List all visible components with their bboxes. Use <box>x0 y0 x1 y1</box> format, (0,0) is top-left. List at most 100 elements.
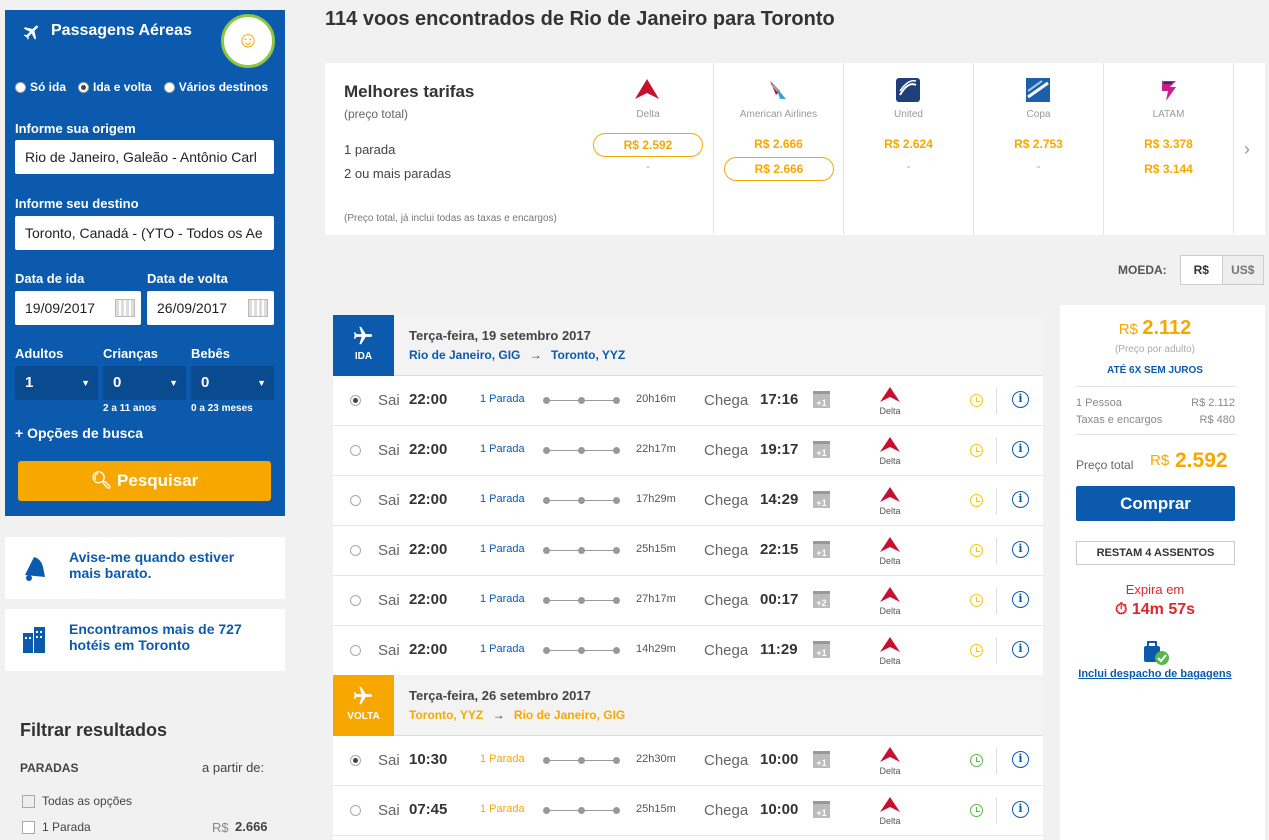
clock-icon[interactable] <box>970 394 983 407</box>
clock-icon[interactable] <box>970 594 983 607</box>
flight-radio[interactable] <box>350 645 361 656</box>
installments-label: ATÉ 6X SEM JUROS <box>1107 365 1203 376</box>
calendar-icon[interactable] <box>248 299 268 317</box>
stops-link[interactable]: 1 Parada <box>480 543 525 555</box>
stops-link[interactable]: 1 Parada <box>480 753 525 765</box>
depart-date-input[interactable]: 19/09/2017 <box>15 291 141 325</box>
total-price-label: Preço total <box>1076 458 1134 472</box>
flight-radio[interactable] <box>350 805 361 816</box>
flight-row[interactable]: Sai 22:00 1 Parada 27h17m Chega 00:17 +2 Delta i <box>333 576 1043 626</box>
inbound-route: Toronto, YYZ → Rio de Janeiro, GIG <box>409 708 626 722</box>
hotels-card[interactable]: Encontramos mais de 727 hotéis em Toront… <box>5 609 285 671</box>
return-date-label: Data de volta <box>147 271 228 286</box>
fare-copa-1stop[interactable]: R$ 2.753 <box>974 137 1103 151</box>
origin-input[interactable]: Rio de Janeiro, Galeão - Antônio Carl <box>15 140 274 174</box>
children-select[interactable]: 0 ▼ <box>103 366 186 400</box>
depart-time: 22:00 <box>409 591 448 608</box>
stops-link[interactable]: 1 Parada <box>480 643 525 655</box>
chevron-right-icon[interactable]: › <box>1244 139 1250 160</box>
babies-select[interactable]: 0 ▼ <box>191 366 274 400</box>
stops-link[interactable]: 1 Parada <box>480 493 525 505</box>
search-options-link[interactable]: + Opções de busca <box>15 425 143 441</box>
trip-type-one-way[interactable]: Só ida <box>15 80 66 94</box>
flight-row[interactable]: Sai 22:00 1 Parada 17h29m Chega 14:29 +1 Delta i <box>333 476 1043 526</box>
search-button[interactable]: 🔍︎ Pesquisar <box>18 461 271 501</box>
route-dot <box>578 597 585 604</box>
inbound-header: VOLTA Terça-feira, 26 setembro 2017 Toro… <box>333 675 1043 736</box>
flight-radio[interactable] <box>350 445 361 456</box>
airline-col-american[interactable]: American Airlines R$ 2.666 R$ 2.666 <box>713 63 843 235</box>
info-icon[interactable]: i <box>1012 491 1029 508</box>
info-icon[interactable]: i <box>1012 391 1029 408</box>
caret-down-icon: ▼ <box>257 378 266 388</box>
currency-brl-button[interactable]: R$ <box>1181 256 1222 284</box>
fare-american-1stop[interactable]: R$ 2.666 <box>714 137 843 151</box>
flight-radio[interactable] <box>350 545 361 556</box>
info-icon[interactable]: i <box>1012 751 1029 768</box>
flight-row[interactable]: Sai 22:00 1 Parada 22h17m Chega 19:17 +1 Delta i <box>333 426 1043 476</box>
fare-united-1stop[interactable]: R$ 2.624 <box>844 137 973 151</box>
clock-icon[interactable] <box>970 754 983 767</box>
price-alert-card[interactable]: Avise-me quando estiver mais barato. <box>5 537 285 599</box>
flight-radio[interactable] <box>350 595 361 606</box>
return-date-input[interactable]: 26/09/2017 <box>147 291 274 325</box>
info-icon[interactable]: i <box>1012 541 1029 558</box>
route-dot <box>543 807 550 814</box>
all-options-checkbox[interactable] <box>22 795 35 808</box>
depart-label: Sai <box>378 752 400 769</box>
united-logo-icon <box>896 78 920 102</box>
flight-radio[interactable] <box>350 755 361 766</box>
arrive-label: Chega <box>704 392 749 409</box>
flight-row[interactable]: Sai 22:00 1 Parada 14h29m Chega 11:29 +1 Delta i <box>333 626 1043 676</box>
baggage-link[interactable]: Inclui despacho de bagagens <box>1060 668 1250 680</box>
stops-link[interactable]: 1 Parada <box>480 593 525 605</box>
children-label: Crianças <box>103 346 158 361</box>
next-airlines-button[interactable]: › <box>1233 63 1265 235</box>
destination-input[interactable]: Toronto, Canadá - (YTO - Todos os Ae <box>15 216 274 250</box>
flight-row[interactable]: Sai 10:30 1 Parada 22h30m Chega 10:00 +1 Delta i <box>333 736 1043 786</box>
flight-row[interactable]: Sai 22:00 1 Parada 25h15m Chega 22:15 +1 Delta i <box>333 526 1043 576</box>
airline-col-delta[interactable]: Delta R$ 2.592 - <box>583 63 713 235</box>
route-dot <box>613 547 620 554</box>
route-dot <box>543 547 550 554</box>
fare-american-multi[interactable]: R$ 2.666 <box>724 157 834 181</box>
info-icon[interactable]: i <box>1012 441 1029 458</box>
divider <box>996 798 997 824</box>
adults-select[interactable]: 1 ▼ <box>15 366 98 400</box>
airline-name: Delta <box>879 406 901 416</box>
flight-row[interactable]: Sai 22:00 1 Parada 20h16m Chega 17:16 +1 Delta i <box>333 376 1043 426</box>
stops-link[interactable]: 1 Parada <box>480 443 525 455</box>
airline-col-united[interactable]: United R$ 2.624 - <box>843 63 973 235</box>
info-icon[interactable]: i <box>1012 641 1029 658</box>
inbound-date: Terça-feira, 26 setembro 2017 <box>409 688 591 703</box>
info-icon[interactable]: i <box>1012 591 1029 608</box>
airline-col-latam[interactable]: LATAM R$ 3.378 R$ 3.144 <box>1103 63 1233 235</box>
clock-icon[interactable] <box>970 544 983 557</box>
depart-time: 07:45 <box>409 801 448 818</box>
fare-latam-1stop[interactable]: R$ 3.378 <box>1104 137 1233 151</box>
next-day-calendar-icon: +1 <box>813 641 830 658</box>
flight-radio[interactable] <box>350 395 361 406</box>
trip-type-multi[interactable]: Vários destinos <box>163 80 268 94</box>
airline-col-copa[interactable]: Copa R$ 2.753 - <box>973 63 1103 235</box>
stops-link[interactable]: 1 Parada <box>480 803 525 815</box>
delta-logo-icon <box>880 637 900 652</box>
clock-icon[interactable] <box>970 444 983 457</box>
one-stop-checkbox[interactable] <box>22 821 35 834</box>
calendar-icon[interactable] <box>115 299 135 317</box>
fare-latam-multi[interactable]: R$ 3.144 <box>1104 162 1233 176</box>
clock-icon[interactable] <box>970 804 983 817</box>
flight-radio[interactable] <box>350 495 361 506</box>
stops-link[interactable]: 1 Parada <box>480 393 525 405</box>
clock-icon[interactable] <box>970 494 983 507</box>
flight-row[interactable]: Sai 07:45 1 Parada 25h15m Chega 10:00 +1 Delta i <box>333 786 1043 836</box>
inbound-tag: VOLTA <box>333 675 394 736</box>
buy-button[interactable]: Comprar <box>1076 486 1235 521</box>
currency-usd-button[interactable]: US$ <box>1221 256 1263 284</box>
trip-type-round-trip[interactable]: Ida e volta <box>78 80 152 94</box>
fare-delta-1stop[interactable]: R$ 2.592 <box>593 133 703 157</box>
clock-icon[interactable] <box>970 644 983 657</box>
route-dot <box>578 647 585 654</box>
info-icon[interactable]: i <box>1012 801 1029 818</box>
depart-time: 10:30 <box>409 751 448 768</box>
